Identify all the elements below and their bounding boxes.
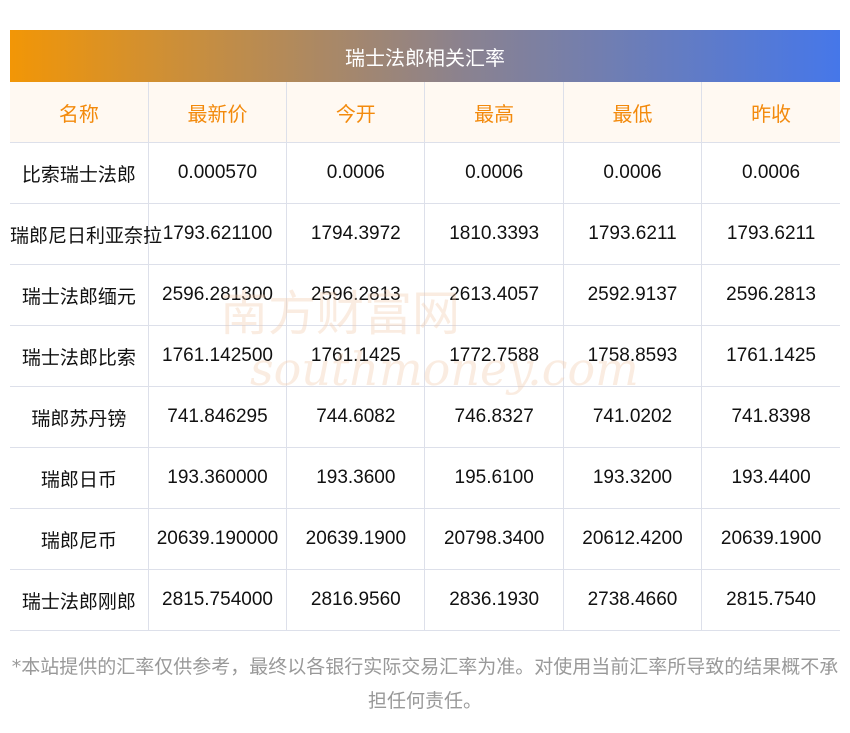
rate-cell: 193.360000: [147, 447, 288, 509]
rate-cell: 20639.190000: [147, 508, 288, 570]
currency-pair-name: 瑞郎尼日利亚奈拉: [10, 203, 162, 265]
rate-cell: 2815.7540: [701, 569, 840, 631]
currency-pair-name: 瑞郎苏丹镑: [10, 386, 149, 448]
rate-cell: 2815.754000: [147, 569, 288, 631]
rate-cell: 20639.1900: [701, 508, 840, 570]
rate-cell: 1810.3393: [424, 203, 564, 265]
rate-cell: 2836.1930: [424, 569, 564, 631]
rate-cell: 20798.3400: [424, 508, 564, 570]
currency-pair-name: 比索瑞士法郎: [10, 142, 149, 204]
rate-cell: 1793.621100: [147, 203, 288, 265]
rate-cell: 744.6082: [286, 386, 426, 448]
rate-cell: 2596.281300: [147, 264, 288, 326]
currency-pair-name: 瑞郎日币: [10, 447, 149, 509]
column-header: 名称: [10, 82, 149, 143]
rate-cell: 1761.1425: [701, 325, 840, 387]
table-header-row: 名称 最新价 今开 最高 最低 昨收: [10, 82, 840, 143]
rate-cell: 0.0006: [562, 142, 703, 204]
rate-cell: 0.0006: [424, 142, 564, 204]
rate-cell: 20612.4200: [562, 508, 703, 570]
rate-cell: 1793.6211: [562, 203, 703, 265]
rate-cell: 741.8398: [701, 386, 840, 448]
rate-cell: 2596.2813: [701, 264, 840, 326]
table-row: 瑞郎日币 193.360000 193.3600 195.6100 193.3200 19…: [10, 447, 840, 509]
currency-pair-name: 瑞士法郎刚郎: [10, 569, 149, 631]
table-title: 瑞士法郎相关汇率: [10, 30, 840, 82]
currency-pair-name: 瑞郎尼币: [10, 508, 149, 570]
column-header: 今开: [286, 82, 426, 143]
rate-cell: 741.0202: [562, 386, 703, 448]
rate-cell: 1758.8593: [562, 325, 703, 387]
rate-cell: 1793.6211: [701, 203, 840, 265]
rate-cell: 1761.1425: [286, 325, 426, 387]
exchange-rate-table: 名称 最新价 今开 最高 最低 昨收 比索瑞士法郎 0.000570 0.0006 0.0006…: [10, 82, 840, 631]
rate-cell: 1761.142500: [147, 325, 288, 387]
rate-cell: 193.4400: [701, 447, 840, 509]
rate-cell: 2592.9137: [562, 264, 703, 326]
rate-cell: 0.000570: [147, 142, 288, 204]
disclaimer-note: *本站提供的汇率仅供参考，最终以各银行实际交易汇率为准。对使用当前汇率所导致的结…: [11, 656, 839, 712]
rate-cell: 2738.4660: [562, 569, 703, 631]
column-header: 最高: [424, 82, 564, 143]
currency-pair-name: 瑞士法郎比索: [10, 325, 149, 387]
rate-cell: 2596.2813: [286, 264, 426, 326]
rate-cell: 741.846295: [147, 386, 288, 448]
rate-cell: 2613.4057: [424, 264, 564, 326]
currency-pair-name: 瑞士法郎缅元: [10, 264, 149, 326]
rate-cell: 193.3200: [562, 447, 703, 509]
table-row: 瑞士法郎比索 1761.142500 1761.1425 1772.7588 1758.…: [10, 325, 840, 387]
table-row: 瑞士法郎刚郎 2815.754000 2816.9560 2836.1930 2738.…: [10, 569, 840, 631]
table-row: 瑞郎尼日利亚奈拉 1793.621100 1794.3972 1810.3393 179…: [10, 203, 840, 265]
rate-cell: 746.8327: [424, 386, 564, 448]
column-header: 最低: [562, 82, 703, 143]
column-header: 最新价: [147, 82, 288, 143]
table-row: 瑞郎尼币 20639.190000 20639.1900 20798.3400 2061…: [10, 508, 840, 570]
rate-cell: 0.0006: [701, 142, 840, 204]
rate-cell: 193.3600: [286, 447, 426, 509]
rate-cell: 20639.1900: [286, 508, 426, 570]
table-row: 比索瑞士法郎 0.000570 0.0006 0.0006 0.0006 0.0006: [10, 142, 840, 204]
table-row: 瑞郎苏丹镑 741.846295 744.6082 746.8327 741.0202 7…: [10, 386, 840, 448]
rate-cell: 1772.7588: [424, 325, 564, 387]
rate-cell: 1794.3972: [286, 203, 426, 265]
rate-cell: 2816.9560: [286, 569, 426, 631]
rate-cell: 195.6100: [424, 447, 564, 509]
rate-cell: 0.0006: [286, 142, 426, 204]
table-row: 瑞士法郎缅元 2596.281300 2596.2813 2613.4057 2592.…: [10, 264, 840, 326]
column-header: 昨收: [701, 82, 840, 143]
